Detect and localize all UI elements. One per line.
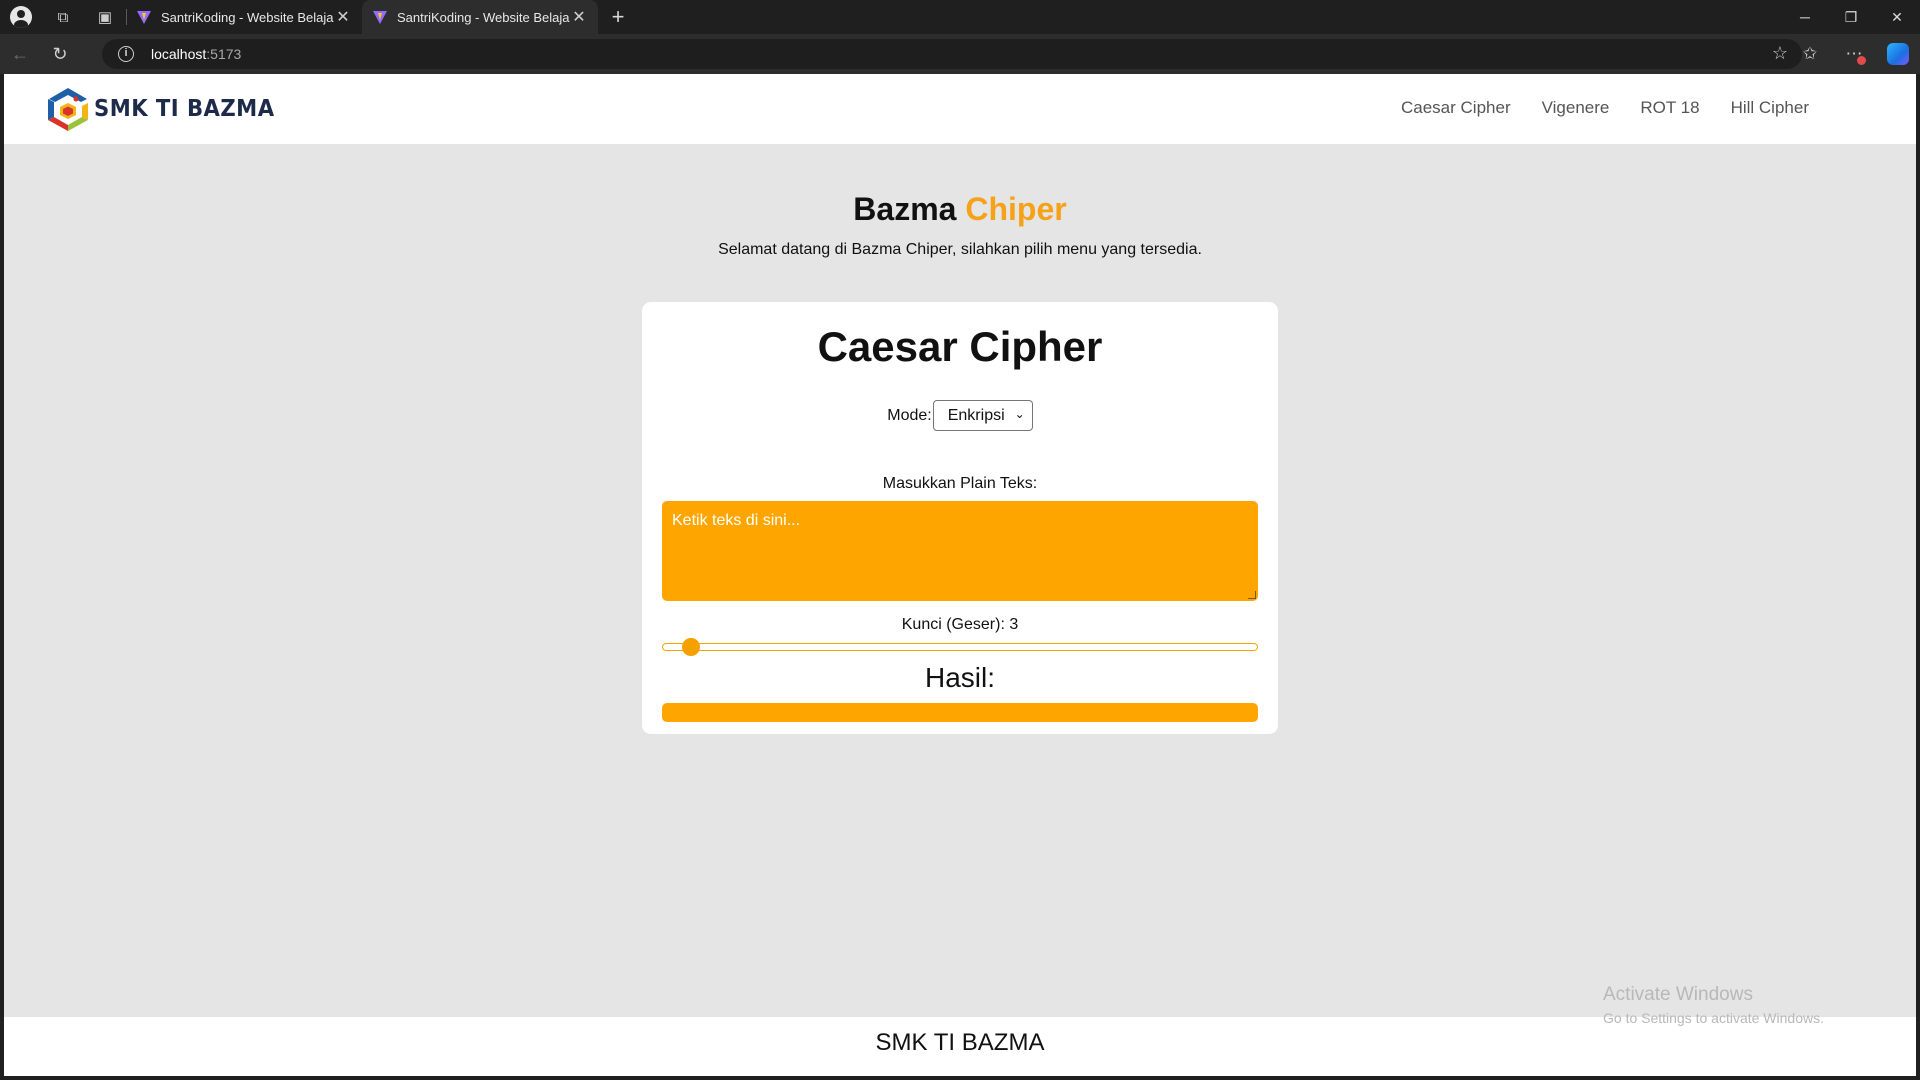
extensions-button[interactable]: ⋯ (1832, 34, 1876, 74)
refresh-button[interactable]: ↻ (40, 34, 80, 74)
restore-icon: ❐ (1844, 8, 1858, 25)
nav-link-hill-cipher[interactable]: Hill Cipher (1731, 98, 1809, 118)
restore-button[interactable]: ❐ (1828, 0, 1874, 34)
site-logo[interactable]: SMK TI BAZMA (44, 84, 290, 134)
tab-title: SantriKoding - Website Belajar Coding (161, 9, 334, 25)
tab-close-icon[interactable]: ✕ (334, 7, 352, 27)
logo-text: SMK TI BAZMA (94, 96, 275, 122)
workspaces-icon: ⧉ (57, 8, 69, 26)
nav-link-caesar-cipher[interactable]: Caesar Cipher (1401, 98, 1511, 118)
vite-favicon-icon (373, 11, 387, 24)
hero-title-accent: Chiper (965, 191, 1067, 227)
workspaces-button[interactable]: ⧉ (42, 0, 84, 34)
copilot-button[interactable] (1876, 34, 1920, 74)
favorites-icon: ✩ (1802, 44, 1818, 63)
activate-windows-title: Activate Windows (1603, 984, 1753, 1005)
tab-close-icon[interactable]: ✕ (570, 7, 588, 27)
copilot-icon (1887, 43, 1909, 65)
key-slider[interactable] (662, 638, 1258, 656)
plus-icon: + (611, 4, 625, 29)
close-window-button[interactable]: ✕ (1874, 0, 1920, 34)
tab-separator (126, 9, 127, 25)
back-icon: ← (11, 43, 29, 64)
mode-label: Mode: (887, 406, 932, 424)
site-info-icon[interactable]: i (118, 46, 134, 62)
favorite-star-icon[interactable]: ☆ (1772, 43, 1788, 64)
browser-tab-2[interactable]: SantriKoding - Website Belajar Coding ✕ (362, 0, 598, 34)
address-toolbar: ← ↻ i localhost:5173 ☆ ✩ ⋯ (0, 34, 1920, 74)
result-label: Hasil: (924, 662, 995, 693)
main-nav: Caesar Cipher Vigenere ROT 18 Hill Ciphe… (1401, 98, 1809, 118)
mode-row: Mode: Enkripsi ⌄ (642, 400, 1278, 431)
page-viewport: SMK TI BAZMA Caesar Cipher Vigenere ROT … (4, 74, 1916, 1076)
new-tab-button[interactable]: + (598, 0, 638, 34)
mode-select-value: Enkripsi (947, 406, 1005, 424)
minimize-button[interactable]: ─ (1782, 0, 1828, 34)
refresh-icon: ↻ (52, 43, 68, 64)
url-host: localhost (151, 46, 207, 62)
hero-title: Bazma Chiper (4, 191, 1916, 228)
browser-tab-1[interactable]: SantriKoding - Website Belajar Coding ✕ (126, 0, 362, 34)
browser-tab-bar: ⧉ ▣ SantriKoding - Website Belajar Codin… (0, 0, 1920, 34)
vite-favicon-icon (137, 11, 151, 24)
mode-select[interactable]: Enkripsi ⌄ (932, 400, 1033, 431)
notification-badge (1857, 56, 1866, 65)
activate-windows-watermark: Activate Windows Go to Settings to activ… (1603, 984, 1824, 1026)
nav-link-vigenere[interactable]: Vigenere (1542, 98, 1610, 118)
tab-title: SantriKoding - Website Belajar Coding (397, 9, 570, 25)
window-controls: ─ ❐ ✕ (1782, 0, 1920, 34)
resize-handle[interactable] (1248, 591, 1256, 599)
hero-subtitle: Selamat datang di Bazma Chiper, silahkan… (718, 241, 1202, 258)
close-icon: ✕ (1891, 8, 1903, 25)
profile-button[interactable] (0, 0, 42, 34)
key-label: Kunci (Geser): 3 (901, 616, 1019, 633)
site-header: SMK TI BAZMA Caesar Cipher Vigenere ROT … (4, 74, 1916, 144)
activate-windows-hint: Go to Settings to activate Windows. (1603, 1010, 1824, 1026)
favorites-button[interactable]: ✩ (1788, 34, 1832, 74)
nav-link-rot18[interactable]: ROT 18 (1640, 98, 1699, 118)
plain-text-placeholder: Ketik teks di sini... (672, 512, 801, 529)
smk-logo-icon (48, 87, 88, 131)
plain-text-label: Masukkan Plain Teks: (882, 475, 1038, 492)
chevron-down-icon: ⌄ (1014, 407, 1025, 421)
profile-icon (10, 6, 32, 28)
plain-text-input[interactable]: Ketik teks di sini... (662, 501, 1258, 601)
browser-tools: ✩ ⋯ (1788, 34, 1920, 74)
vertical-tabs-icon: ▣ (97, 9, 113, 26)
hero-title-main: Bazma (853, 191, 957, 227)
address-bar[interactable]: i localhost:5173 ☆ (102, 39, 1802, 69)
key-slider-thumb[interactable] (682, 638, 701, 656)
card-title: Caesar Cipher (817, 323, 1103, 370)
caesar-cipher-card: Caesar Cipher Mode: Enkripsi ⌄ Masukkan … (642, 302, 1278, 734)
minimize-icon: ─ (1800, 9, 1810, 25)
url-port: :5173 (206, 46, 242, 62)
vertical-tabs-button[interactable]: ▣ (84, 0, 126, 34)
back-button[interactable]: ← (0, 34, 40, 74)
url-text[interactable]: localhost:5173 (151, 46, 241, 62)
result-output (662, 703, 1258, 722)
